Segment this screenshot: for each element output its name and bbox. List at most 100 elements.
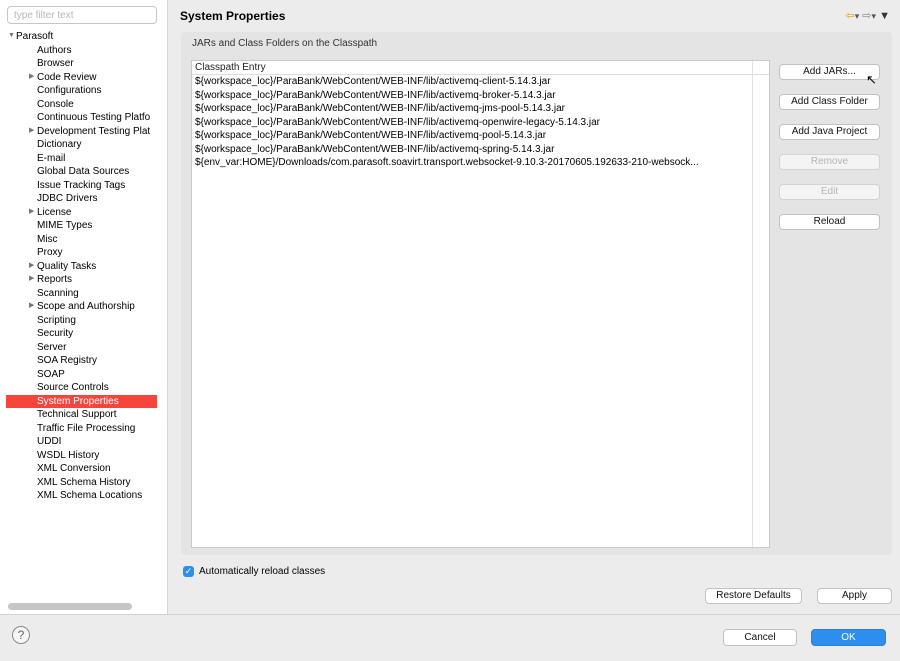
ok-button[interactable]: OK [811, 629, 886, 646]
tree-item-reports[interactable]: ▶ Reports [6, 273, 157, 287]
tree-item-label: Global Data Sources [37, 166, 130, 177]
tree-item-label: Traffic File Processing [37, 422, 136, 434]
table-row[interactable]: ${workspace_loc}/ParaBank/WebContent/WEB… [195, 102, 751, 116]
restore-defaults-button[interactable]: Restore Defaults [705, 588, 802, 604]
back-dropdown-icon[interactable]: ▾ [855, 11, 860, 21]
tree-item-browser[interactable]: Browser [6, 57, 157, 71]
remove-button[interactable]: Remove [779, 154, 880, 170]
tree-item-parasoft[interactable]: ▼ Parasoft [6, 30, 157, 44]
column-header-classpath-entry[interactable]: Classpath Entry [192, 61, 769, 75]
apply-button[interactable]: Apply [817, 588, 892, 604]
classpath-group-label: JARs and Class Folders on the Classpath [192, 38, 378, 49]
tree-item-development-testing-plat[interactable]: ▶ Development Testing Plat [6, 125, 157, 139]
tree-item-scanning[interactable]: Scanning [6, 287, 157, 301]
page-title: System Properties [180, 9, 286, 23]
tree-item-label: WSDL History [37, 449, 100, 461]
collapsed-triangle-icon[interactable]: ▶ [29, 300, 34, 313]
column-separator [752, 61, 753, 547]
tree-item-label: Console [37, 98, 74, 110]
tree-item-dictionary[interactable]: Dictionary [6, 138, 157, 152]
tree-item-label: Configurations [37, 85, 102, 96]
tree-item-security[interactable]: Security [6, 327, 157, 341]
tree-item-soa-registry[interactable]: SOA Registry [6, 354, 157, 368]
tree-item-soap[interactable]: SOAP [6, 368, 157, 382]
filter-input[interactable] [7, 6, 157, 24]
tree-item-xml-schema-locations[interactable]: XML Schema Locations [6, 489, 157, 503]
collapsed-triangle-icon[interactable]: ▶ [29, 260, 34, 273]
tree-item-label: XML Schema History [37, 476, 131, 488]
tree-item-server[interactable]: Server [6, 341, 157, 355]
tree-item-console[interactable]: Console [6, 98, 157, 112]
preferences-tree-panel: ▼ParasoftAuthorsBrowser▶Code ReviewConfi… [0, 0, 168, 614]
collapsed-triangle-icon[interactable]: ▶ [29, 206, 34, 219]
table-row[interactable]: ${workspace_loc}/ParaBank/WebContent/WEB… [195, 75, 751, 89]
tree-item-label: E-mail [37, 152, 66, 164]
forward-arrow-icon[interactable]: ⇨ [862, 10, 871, 22]
add-class-folder-button[interactable]: Add Class Folder [779, 94, 880, 110]
tree-item-e-mail[interactable]: E-mail [6, 152, 157, 166]
tree-item-label: Issue Tracking Tags [37, 179, 126, 191]
tree-item-continuous-testing-platfo[interactable]: Continuous Testing Platfo [6, 111, 157, 125]
auto-reload-checkbox[interactable]: ✓ [183, 566, 194, 577]
tree-item-label: Browser [37, 58, 74, 69]
tree-item-label: Development Testing Plat [37, 125, 151, 137]
tree-item-wsdl-history[interactable]: WSDL History [6, 449, 157, 463]
auto-reload-label: Automatically reload classes [199, 566, 326, 577]
tree-horizontal-scrollbar[interactable] [8, 603, 132, 610]
collapsed-triangle-icon[interactable]: ▶ [29, 71, 34, 84]
tree-item-code-review[interactable]: ▶ Code Review [6, 71, 157, 85]
tree-item-label: Server [37, 341, 67, 353]
tree-item-traffic-file-processing[interactable]: Traffic File Processing [6, 422, 157, 436]
table-row[interactable]: ${workspace_loc}/ParaBank/WebContent/WEB… [195, 143, 751, 157]
tree-item-technical-support[interactable]: Technical Support [6, 408, 157, 422]
tree-item-system-properties[interactable]: System Properties [6, 394, 157, 408]
table-row[interactable]: ${workspace_loc}/ParaBank/WebContent/WEB… [195, 89, 751, 103]
tree-item-source-controls[interactable]: Source Controls [6, 381, 157, 395]
tree-item-misc[interactable]: Misc [6, 233, 157, 247]
tree-item-label: Misc [37, 233, 58, 245]
tree-item-scripting[interactable]: Scripting [6, 314, 157, 328]
view-menu-icon[interactable]: ▼ [879, 10, 890, 22]
tree-item-uddi[interactable]: UDDI [6, 435, 157, 449]
tree-item-proxy[interactable]: Proxy [6, 246, 157, 260]
back-arrow-icon[interactable]: ⇦ [845, 10, 854, 22]
mouse-cursor-icon: ↖ [866, 72, 877, 87]
tree-item-label: Scope and Authorship [37, 301, 135, 312]
tree-item-mime-types[interactable]: MIME Types [6, 219, 157, 233]
tree-item-authors[interactable]: Authors [6, 44, 157, 58]
tree-item-label: Scripting [37, 314, 76, 326]
tree-item-label: Source Controls [37, 382, 109, 393]
tree-item-jdbc-drivers[interactable]: JDBC Drivers [6, 192, 157, 206]
tree-item-xml-schema-history[interactable]: XML Schema History [6, 476, 157, 490]
tree-item-label: SOAP [37, 368, 65, 380]
classpath-table[interactable]: Classpath Entry ${workspace_loc}/ParaBan… [191, 60, 770, 548]
tree-item-xml-conversion[interactable]: XML Conversion [6, 462, 157, 476]
table-row[interactable]: ${workspace_loc}/ParaBank/WebContent/WEB… [195, 116, 751, 130]
add-java-project-button[interactable]: Add Java Project [779, 124, 880, 140]
reload-button[interactable]: Reload [779, 214, 880, 230]
collapsed-triangle-icon[interactable]: ▶ [29, 125, 34, 138]
tree-item-quality-tasks[interactable]: ▶ Quality Tasks [6, 260, 157, 274]
expanded-triangle-icon[interactable]: ▼ [8, 30, 15, 43]
tree-item-issue-tracking-tags[interactable]: Issue Tracking Tags [6, 179, 157, 193]
tree-item-label: System Properties [37, 395, 119, 407]
tree-item-label: Reports [37, 274, 73, 285]
tree-item-label: Code Review [37, 71, 97, 83]
help-icon[interactable]: ? [12, 626, 30, 644]
tree-item-label: Scanning [37, 287, 79, 299]
tree-item-global-data-sources[interactable]: Global Data Sources [6, 165, 157, 179]
forward-dropdown-icon[interactable]: ▾ [872, 11, 877, 21]
tree-item-license[interactable]: ▶ License [6, 206, 157, 220]
tree-item-scope-and-authorship[interactable]: ▶ Scope and Authorship [6, 300, 157, 314]
edit-button[interactable]: Edit [779, 184, 880, 200]
tree-item-label: Proxy [37, 247, 63, 258]
nav-controls: ⇦▾ ⇨▾ ▼ [845, 9, 890, 22]
table-row[interactable]: ${env_var:HOME}/Downloads/com.parasoft.s… [195, 156, 751, 170]
table-row[interactable]: ${workspace_loc}/ParaBank/WebContent/WEB… [195, 129, 751, 143]
cancel-button[interactable]: Cancel [723, 629, 797, 646]
tree-item-label: XML Conversion [37, 463, 111, 474]
tree-item-configurations[interactable]: Configurations [6, 84, 157, 98]
tree-item-label: Quality Tasks [37, 260, 97, 272]
collapsed-triangle-icon[interactable]: ▶ [29, 273, 34, 286]
add-jars-button[interactable]: Add JARs... [779, 64, 880, 80]
